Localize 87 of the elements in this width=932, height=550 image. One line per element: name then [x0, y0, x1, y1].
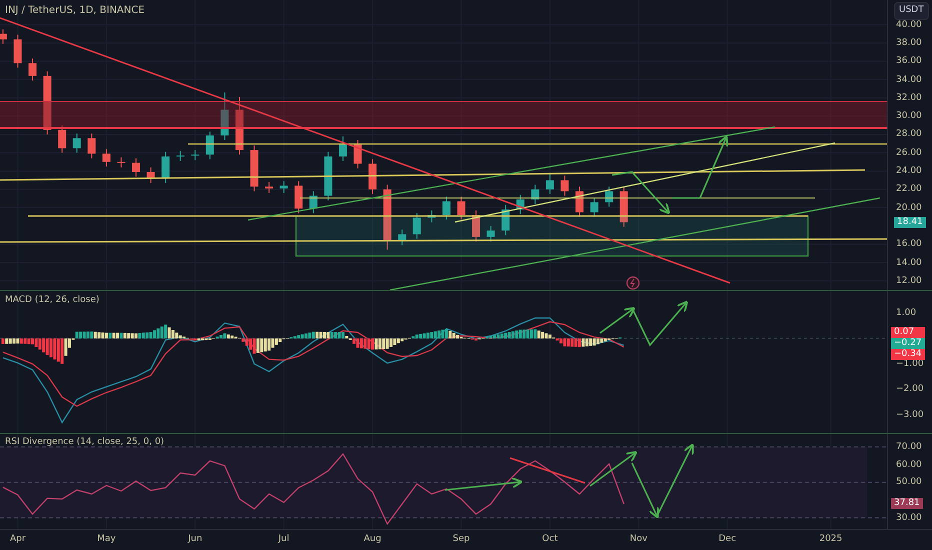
candle: [457, 196, 466, 220]
candle: [280, 180, 288, 194]
candle: [162, 151, 170, 184]
axis-label: 30.00: [896, 512, 922, 523]
time-axis-label: Jul: [278, 533, 290, 546]
candle: [176, 150, 184, 162]
candle: [590, 197, 598, 218]
candle: [560, 175, 569, 196]
axis-label: 70.00: [896, 442, 922, 452]
time-axis-label: Apr: [10, 533, 26, 546]
last-price-label: 18.41: [894, 216, 926, 228]
candle: [368, 158, 377, 194]
axis-label: 34.00: [896, 74, 922, 85]
time-axis-label: Nov: [630, 533, 648, 546]
axis-label: −2.00: [896, 384, 924, 394]
candle: [294, 180, 303, 214]
candle: [398, 229, 406, 246]
candle: [605, 186, 614, 208]
candle: [486, 225, 495, 242]
candle: [88, 133, 96, 159]
projection-arrow: [612, 171, 670, 214]
time-axis-label: Jun: [188, 533, 202, 546]
axis-label: 24.00: [896, 166, 922, 176]
time-axis-label: Sep: [452, 533, 470, 546]
axis-label: 38.00: [896, 38, 922, 48]
candle: [324, 151, 332, 201]
value-label: 0.07: [891, 327, 925, 338]
candle: [516, 194, 524, 215]
axis-label: 36.00: [896, 56, 922, 66]
axis-label: 1.00: [896, 308, 916, 318]
projection-arrow: [672, 135, 728, 199]
time-axis-label: Oct: [542, 533, 558, 546]
candle: [620, 186, 628, 228]
candle: [472, 210, 480, 242]
candle: [502, 204, 510, 236]
candle: [146, 166, 155, 184]
candle: [191, 150, 200, 161]
value-label: −0.27: [891, 338, 925, 349]
candle: [546, 172, 554, 194]
axis-label: 26.00: [896, 148, 922, 158]
axis-label: 50.00: [896, 477, 922, 488]
candle: [72, 133, 81, 154]
candle: [102, 148, 110, 167]
candle: [28, 58, 37, 81]
time-axis-label: May: [97, 533, 116, 546]
candle: [220, 92, 229, 140]
candle: [412, 212, 421, 240]
candle: [428, 210, 436, 223]
candle: [43, 70, 52, 135]
candle: [132, 158, 140, 178]
axis-label: 32.00: [896, 92, 922, 103]
candle: [338, 136, 347, 162]
candle: [531, 184, 540, 204]
axis-label: 16.00: [896, 239, 922, 250]
candle: [576, 186, 584, 218]
axis-label: 60.00: [896, 460, 922, 470]
time-axis-label: Aug: [364, 533, 382, 546]
candle: [236, 96, 244, 156]
axis-label: 20.00: [896, 202, 922, 213]
value-label: −0.34: [891, 349, 925, 360]
symbol-title: INJ / TetherUS, 1D, BINANCE: [5, 4, 145, 18]
axis-label: 14.00: [896, 258, 922, 268]
axis-label: 30.00: [896, 111, 922, 122]
value-label: 37.81: [891, 498, 923, 510]
currency-button[interactable]: USDT: [894, 2, 929, 20]
candle: [442, 196, 450, 220]
axis-label: −3.00: [896, 410, 924, 420]
divergence-arrow: [590, 450, 638, 487]
candle: [250, 144, 258, 192]
candle: [265, 182, 274, 194]
projection-arrow: [631, 462, 660, 519]
indicator-title: MACD (12, 26, close): [5, 294, 100, 307]
candle: [206, 131, 214, 160]
indicator-title: RSI Divergence (14, close, 25, 0, 0): [5, 436, 164, 449]
candle: [58, 124, 66, 154]
candle: [0, 28, 7, 44]
candle: [354, 139, 362, 169]
axis-label: 40.00: [896, 20, 922, 30]
axis-label: 28.00: [896, 129, 922, 140]
axis-label: 22.00: [896, 184, 922, 194]
candle: [14, 34, 22, 68]
time-axis-label: Dec: [718, 533, 736, 546]
candle: [383, 184, 392, 250]
time-axis-label: 2025: [819, 533, 842, 546]
candle: [117, 156, 126, 168]
candle: [309, 190, 318, 214]
axis-label: 12.00: [896, 276, 922, 286]
